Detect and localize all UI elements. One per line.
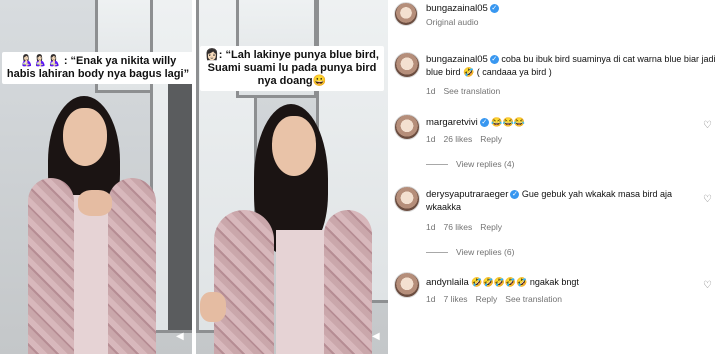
comment-body: 🤣🤣🤣🤣🤣 ngakak bngt bbox=[471, 277, 579, 287]
background-door bbox=[168, 80, 192, 330]
username[interactable]: bungazainal05 bbox=[426, 3, 488, 14]
comment-time: 1d bbox=[426, 134, 436, 144]
avatar[interactable] bbox=[394, 114, 420, 140]
mute-icon[interactable]: ◀ bbox=[372, 332, 382, 342]
like-count[interactable]: 26 likes bbox=[443, 134, 472, 144]
like-count[interactable]: 7 likes bbox=[443, 294, 467, 304]
left-video-frame[interactable]: 🤱🏻🤱🏻🤱🏻 : “Enak ya nikita willy habis lah… bbox=[0, 0, 192, 354]
audio-label[interactable]: Original audio bbox=[426, 17, 478, 27]
verified-badge-icon: ✓ bbox=[489, 3, 499, 13]
see-translation-link[interactable]: See translation bbox=[505, 294, 562, 304]
see-translation-link[interactable]: See translation bbox=[443, 86, 500, 96]
comment-text: bungazainal05 ✓ coba bu ibuk bird suaminy… bbox=[426, 53, 716, 78]
reply-button[interactable]: Reply bbox=[480, 134, 502, 144]
verified-badge-icon: ✓ bbox=[489, 55, 499, 65]
reply-button[interactable]: Reply bbox=[476, 294, 498, 304]
comment-text: andynlaila 🤣🤣🤣🤣🤣 ngakak bngt bbox=[426, 276, 696, 289]
comment-meta: 1d 76 likes Reply bbox=[426, 222, 510, 232]
comment-time: 1d bbox=[426, 86, 436, 96]
right-video-frame[interactable]: 👩🏻: “Lah lakinye punya blue bird, Suami … bbox=[196, 0, 388, 354]
comment-meta: 1d 7 likes Reply See translation bbox=[426, 294, 570, 304]
reply-button[interactable]: Reply bbox=[480, 222, 502, 232]
video-caption: 👩🏻: “Lah lakinye punya blue bird, Suami … bbox=[200, 46, 384, 91]
post-author[interactable]: bungazainal05 ✓ bbox=[426, 3, 499, 14]
comment-meta: 1d 26 likes Reply bbox=[426, 134, 510, 144]
heart-icon[interactable]: ♡ bbox=[703, 280, 712, 291]
avatar[interactable] bbox=[394, 272, 420, 298]
comment-username[interactable]: andynlaila bbox=[426, 277, 469, 288]
heart-icon[interactable]: ♡ bbox=[703, 120, 712, 131]
comment-username[interactable]: derysyaputraraeger bbox=[426, 189, 508, 200]
instagram-comments-panel: bungazainal05 ✓ Original audio bungazaina… bbox=[392, 0, 720, 354]
comment-text: derysyaputraraeger ✓ Gue gebuk yah wkakak… bbox=[426, 188, 696, 213]
comment-time: 1d bbox=[426, 294, 436, 304]
avatar[interactable] bbox=[394, 2, 418, 26]
comment-username[interactable]: margaretvivi bbox=[426, 117, 478, 128]
mute-icon[interactable]: ◀ bbox=[176, 332, 186, 342]
comment-username[interactable]: bungazainal05 bbox=[426, 54, 488, 65]
heart-icon[interactable]: ♡ bbox=[703, 194, 712, 205]
comment-body: 😂😂😂 bbox=[491, 117, 525, 127]
view-replies-link[interactable]: View replies (4) bbox=[426, 159, 514, 169]
video-caption: 🤱🏻🤱🏻🤱🏻 : “Enak ya nikita willy habis lah… bbox=[2, 52, 192, 84]
like-count[interactable]: 76 likes bbox=[443, 222, 472, 232]
comment-time: 1d bbox=[426, 222, 436, 232]
verified-badge-icon: ✓ bbox=[510, 190, 520, 200]
comment-text: margaretvivi ✓ 😂😂😂 bbox=[426, 116, 696, 129]
view-replies-link[interactable]: View replies (6) bbox=[426, 247, 514, 257]
comment-meta: 1d See translation bbox=[426, 86, 508, 96]
avatar[interactable] bbox=[394, 186, 420, 212]
avatar[interactable] bbox=[394, 52, 420, 78]
verified-badge-icon: ✓ bbox=[479, 118, 489, 128]
